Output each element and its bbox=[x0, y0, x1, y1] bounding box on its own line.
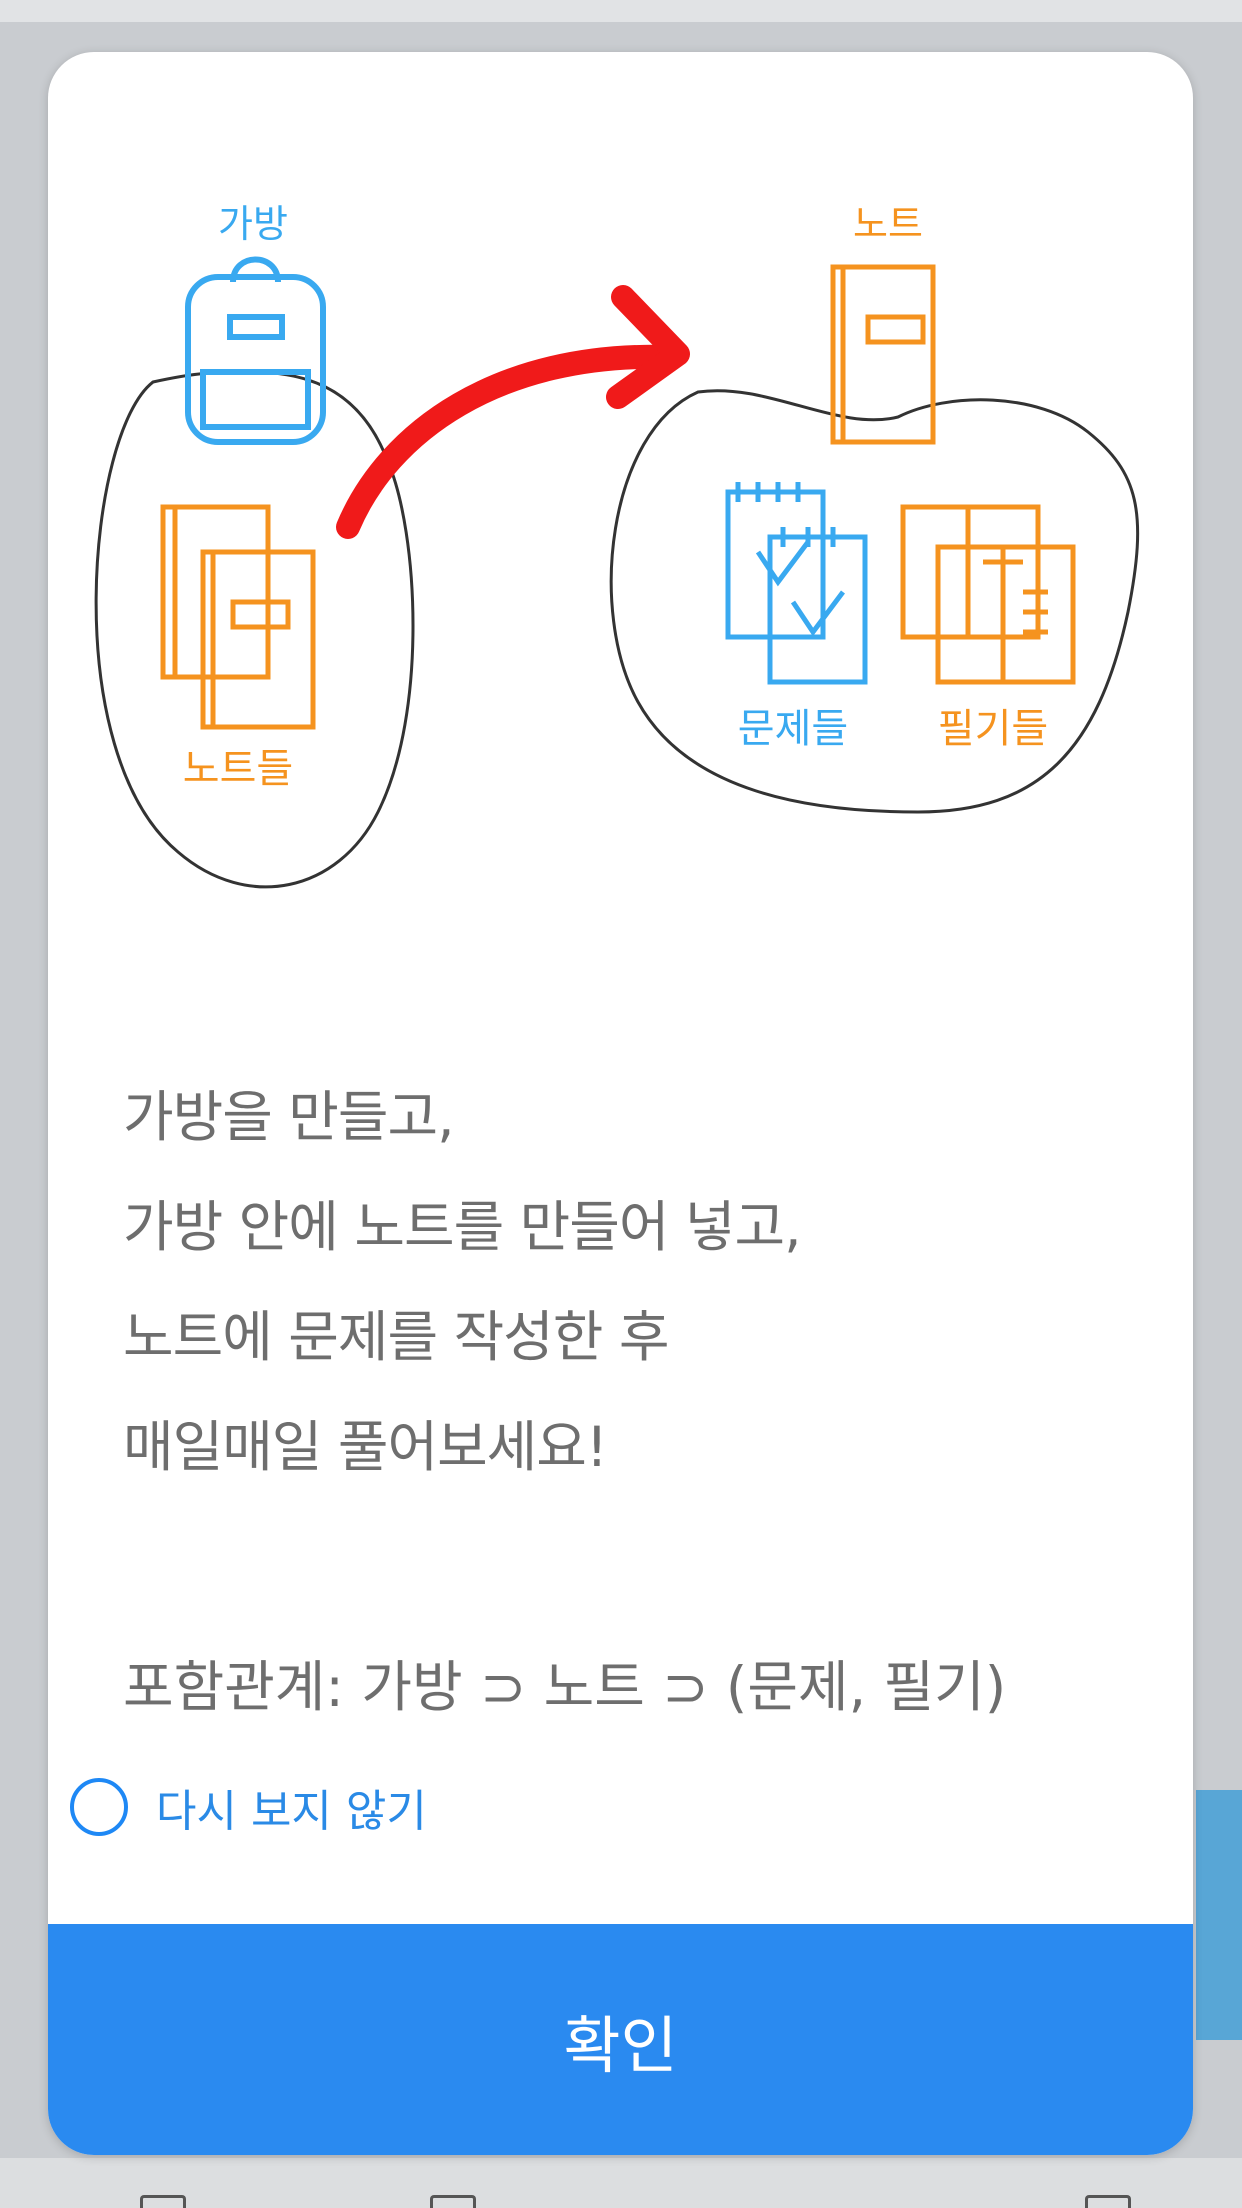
memos-icon bbox=[900, 504, 1076, 685]
note-icon bbox=[830, 264, 936, 445]
bag-label: 가방 bbox=[218, 202, 288, 246]
note-group-outline bbox=[609, 389, 1140, 814]
nav-icon bbox=[140, 2195, 186, 2208]
confirm-button[interactable]: 확인 bbox=[48, 1924, 1193, 2155]
bottom-nav-remnant bbox=[0, 2158, 1242, 2208]
message-line: 노트에 문제를 작성한 후 bbox=[123, 1305, 669, 1369]
message-line: 매일매일 풀어보세요! bbox=[123, 1415, 608, 1479]
bag-icon bbox=[185, 256, 326, 445]
problems-icon bbox=[725, 482, 868, 685]
status-bar-remnant bbox=[0, 0, 1242, 22]
message-line: 가방을 만들고, bbox=[123, 1085, 455, 1149]
memos-label: 필기들 bbox=[938, 706, 1048, 752]
relation-text: 포함관계: 가방 ⊃ 노트 ⊃ (문제, 필기) bbox=[123, 1655, 1007, 1719]
notes-icon bbox=[160, 504, 316, 730]
tutorial-message: 가방을 만들고, 가방 안에 노트를 만들어 넣고, 노트에 문제를 작성한 후… bbox=[123, 1062, 1123, 1502]
note-label: 노트 bbox=[853, 202, 923, 246]
nav-icon bbox=[430, 2195, 476, 2208]
notes-label: 노트들 bbox=[183, 746, 293, 792]
dont-show-again-label: 다시 보지 않기 bbox=[156, 1786, 427, 1837]
radio-button[interactable] bbox=[70, 1778, 128, 1836]
background-accent-panel bbox=[1196, 1790, 1242, 2040]
message-line: 가방 안에 노트를 만들어 넣고, bbox=[123, 1195, 802, 1259]
dont-show-again-option[interactable]: 다시 보지 않기 bbox=[70, 1767, 427, 1847]
nav-icon bbox=[1085, 2195, 1131, 2208]
problems-label: 문제들 bbox=[738, 706, 848, 752]
tutorial-dialog: 가방 노트들 노트 문제들 필기들 가방을 만들고, 가방 안에 노트를 만들어… bbox=[48, 52, 1193, 2155]
hierarchy-illustration: 가방 노트들 노트 문제들 필기들 bbox=[48, 52, 1193, 952]
